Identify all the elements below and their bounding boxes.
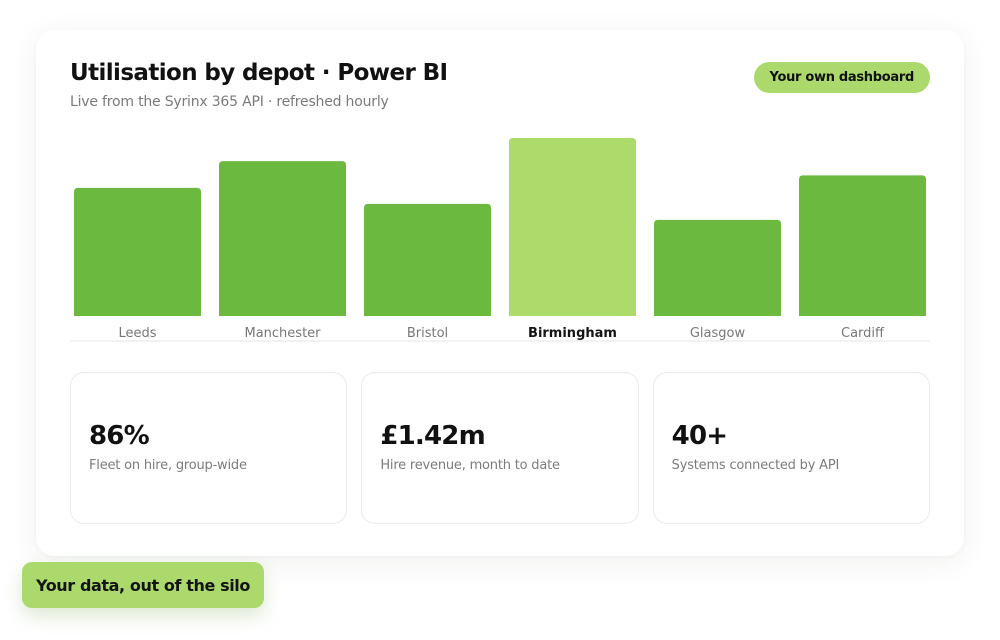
dashboard-title: Utilisation by depot · Power BI: [70, 60, 448, 86]
stat-card-systems-connected: 40+ Systems connected by API: [652, 372, 930, 524]
stat-caption: Fleet on hire, group-wide: [89, 458, 247, 473]
bar-label-bristol: Bristol: [407, 326, 448, 341]
stat-value: 40+: [671, 421, 728, 451]
dashboard-subtitle: Live from the Syrinx 365 API · refreshed…: [70, 94, 389, 110]
bar-label-birmingham: Birmingham: [528, 326, 617, 341]
stat-value: £1.42m: [380, 421, 485, 451]
stat-card-fleet-on-hire: 86% Fleet on hire, group-wide: [70, 372, 348, 524]
bar-birmingham[interactable]: [509, 138, 636, 316]
chart-svg: Leeds Manchester Bristol Birmingham Glasgow C…: [70, 138, 930, 342]
bar-label-manchester: Manchester: [244, 326, 321, 341]
bar-label-leeds: Leeds: [118, 326, 156, 341]
bar-cardiff[interactable]: [799, 175, 926, 316]
stat-value: 86%: [89, 421, 150, 451]
stat-caption: Systems connected by API: [671, 458, 840, 473]
stat-caption: Hire revenue, month to date: [380, 458, 560, 473]
stat-card-hire-revenue: £1.42m Hire revenue, month to date: [361, 372, 639, 524]
bar-leeds[interactable]: [74, 187, 201, 316]
dashboard-card: Utilisation by depot · Power BI Live fro…: [36, 30, 964, 556]
bar-glasgow[interactable]: [654, 219, 781, 316]
bar-bristol[interactable]: [364, 203, 491, 316]
bar-label-cardiff: Cardiff: [841, 326, 885, 341]
utilisation-bar-chart: Leeds Manchester Bristol Birmingham Glasgow C…: [70, 138, 930, 350]
stats-row: 86% Fleet on hire, group-wide £1.42m Hir…: [70, 372, 930, 524]
bar-manchester[interactable]: [219, 161, 346, 316]
bar-label-glasgow: Glasgow: [690, 326, 746, 341]
own-dashboard-badge[interactable]: Your own dashboard: [753, 62, 930, 93]
data-out-of-silo-badge: Your data, out of the silo: [22, 562, 264, 608]
